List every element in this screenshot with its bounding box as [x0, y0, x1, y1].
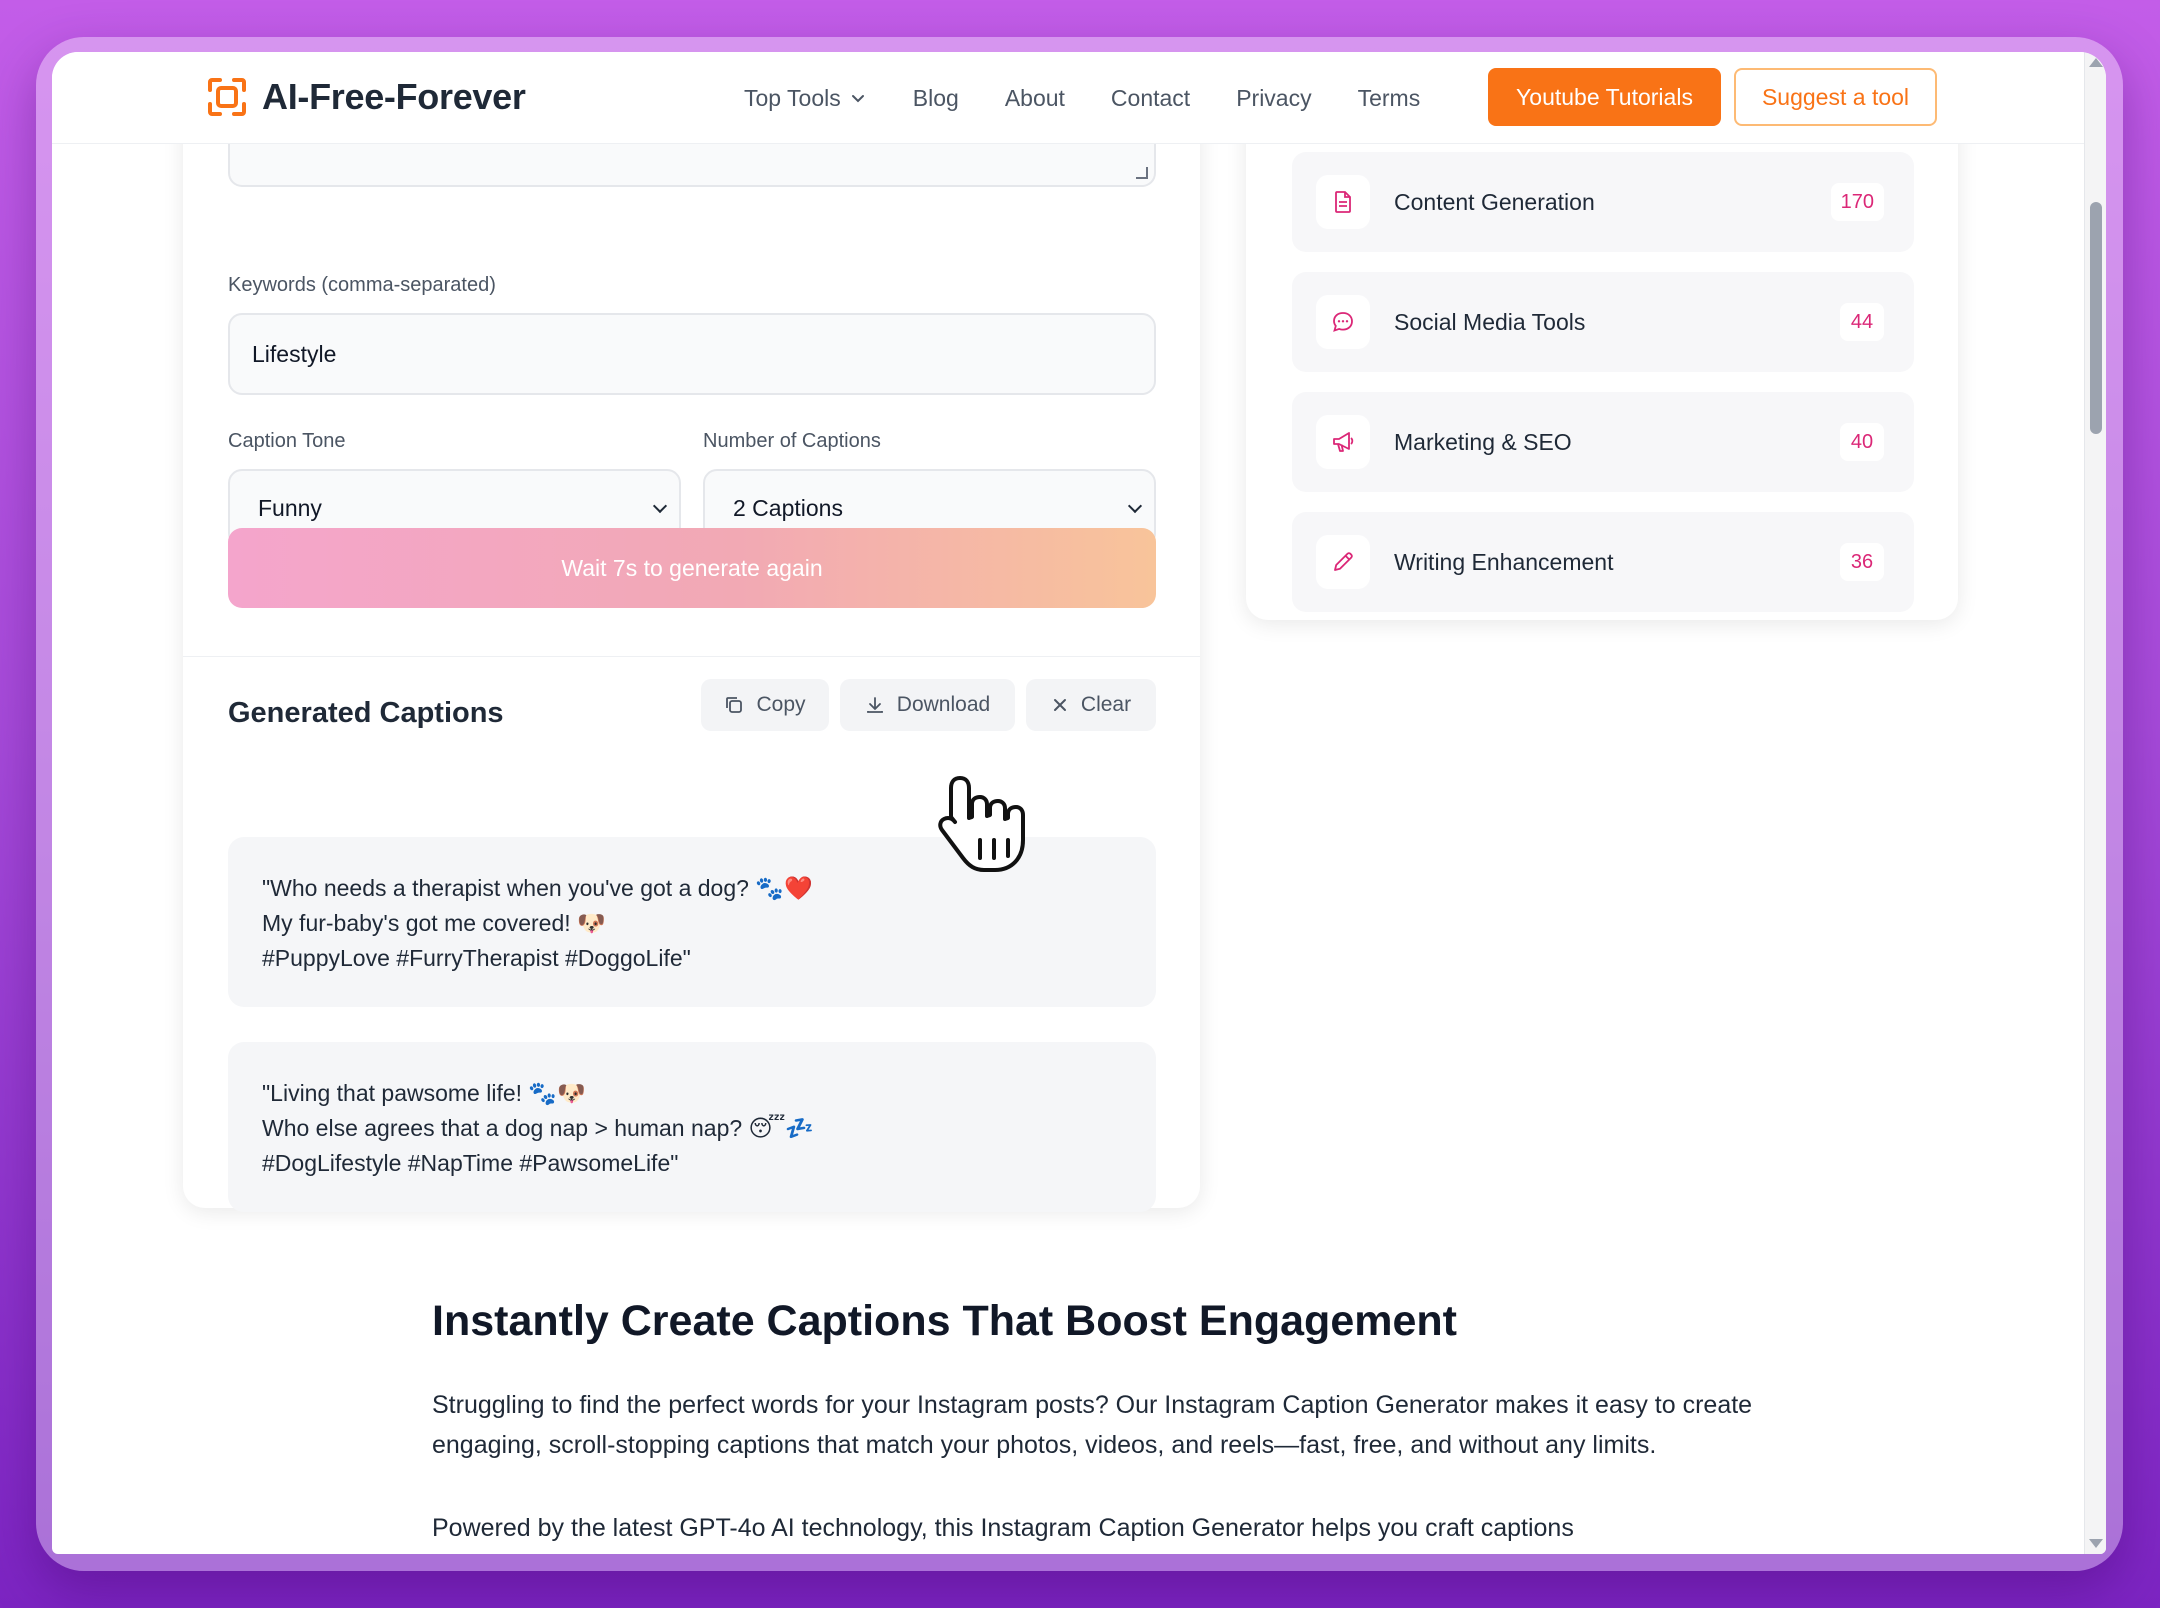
caption-line: #DogLifestyle #NapTime #PawsomeLife" — [262, 1150, 679, 1176]
copy-icon — [726, 697, 743, 713]
resize-handle-icon[interactable] — [1136, 167, 1148, 179]
generate-button[interactable]: Wait 7s to generate again — [228, 528, 1156, 608]
clear-label: Clear — [1080, 693, 1132, 716]
category-marketing-seo[interactable]: Marketing & SEO 40 — [1292, 392, 1914, 492]
nav-privacy[interactable]: Privacy — [1236, 85, 1311, 112]
caption-line: #PuppyLove #FurryTherapist #DoggoLife" — [262, 945, 691, 971]
clear-button[interactable]: Clear — [1026, 679, 1156, 731]
caption-line: "Living that pawsome life! 🐾🐶 — [262, 1080, 586, 1106]
category-label: Content Generation — [1394, 188, 1595, 215]
caption-tone-label: Caption Tone — [228, 430, 346, 452]
nav-top-tools[interactable]: Top Tools — [744, 85, 867, 112]
scrollbar-thumb[interactable] — [2090, 202, 2102, 434]
keywords-label: Keywords (comma-separated) — [228, 274, 496, 296]
category-writing-enhancement[interactable]: Writing Enhancement 36 — [1292, 512, 1914, 612]
browser-window: AI-Free-Forever Top Tools Blog About Con… — [52, 52, 2106, 1554]
nav-terms[interactable]: Terms — [1358, 85, 1421, 112]
download-button[interactable]: Download — [840, 679, 1015, 731]
categories-sidebar: Content Generation 170 Social Media Tool… — [1246, 92, 1958, 620]
category-count-badge: 44 — [1840, 303, 1884, 341]
article-heading: Instantly Create Captions That Boost Eng… — [432, 1297, 1457, 1345]
nav-top-tools-label: Top Tools — [744, 84, 841, 111]
caption-line: Who else agrees that a dog nap > human n… — [262, 1115, 815, 1141]
nav-contact[interactable]: Contact — [1111, 85, 1190, 112]
chevron-down-icon — [652, 498, 668, 514]
category-count-badge: 40 — [1840, 423, 1884, 461]
caption-card-2[interactable]: "Living that pawsome life! 🐾🐶 Who else a… — [228, 1042, 1156, 1212]
keywords-value: Lifestyle — [252, 340, 337, 367]
logo-icon — [208, 78, 246, 116]
document-icon — [1316, 175, 1370, 229]
category-label: Social Media Tools — [1394, 308, 1586, 335]
scroll-down-arrow-icon[interactable] — [2089, 1539, 2103, 1548]
generated-captions-title: Generated Captions — [228, 697, 504, 729]
main-nav: Top Tools Blog About Contact Privacy Ter… — [744, 52, 1466, 144]
keywords-input[interactable]: Lifestyle — [228, 313, 1156, 395]
copy-label: Copy — [756, 693, 806, 716]
category-label: Writing Enhancement — [1394, 548, 1614, 575]
hand-pointer-cursor-icon — [938, 776, 1025, 872]
category-label: Marketing & SEO — [1394, 428, 1572, 455]
site-header: AI-Free-Forever Top Tools Blog About Con… — [52, 52, 2084, 144]
number-of-captions-label: Number of Captions — [703, 430, 881, 452]
section-divider — [183, 656, 1200, 657]
category-content-generation[interactable]: Content Generation 170 — [1292, 152, 1914, 252]
category-count-badge: 170 — [1830, 183, 1884, 221]
chevron-down-icon — [851, 95, 864, 103]
caption-generator-card: Keywords (comma-separated) Lifestyle Cap… — [183, 92, 1200, 1212]
logo-text: AI-Free-Forever — [262, 76, 526, 117]
category-social-media-tools[interactable]: Social Media Tools 44 — [1292, 272, 1914, 372]
number-of-captions-value: 2 Captions — [733, 494, 843, 521]
download-icon — [866, 697, 883, 713]
megaphone-icon — [1316, 415, 1370, 469]
caption-line: My fur-baby's got me covered! 🐶 — [262, 910, 606, 936]
article-paragraph: Struggling to find the perfect words for… — [432, 1391, 1753, 1459]
download-label: Download — [896, 693, 991, 716]
nav-about[interactable]: About — [1005, 85, 1065, 112]
close-icon — [1053, 699, 1066, 711]
category-count-badge: 36 — [1840, 543, 1884, 581]
chevron-down-icon — [1127, 498, 1143, 514]
copy-button[interactable]: Copy — [701, 679, 829, 731]
pencil-icon — [1316, 535, 1370, 589]
chat-bubble-icon — [1316, 295, 1370, 349]
nav-blog[interactable]: Blog — [913, 85, 959, 112]
site-logo[interactable]: AI-Free-Forever — [206, 76, 526, 118]
page-scrollbar[interactable] — [2084, 52, 2106, 1554]
youtube-tutorials-button[interactable]: Youtube Tutorials — [1488, 68, 1721, 126]
scroll-up-arrow-icon[interactable] — [2089, 58, 2103, 67]
article-paragraph: Powered by the latest GPT-4o AI technolo… — [432, 1514, 1574, 1542]
suggest-tool-button[interactable]: Suggest a tool — [1734, 68, 1937, 126]
caption-tone-value: Funny — [258, 494, 322, 521]
